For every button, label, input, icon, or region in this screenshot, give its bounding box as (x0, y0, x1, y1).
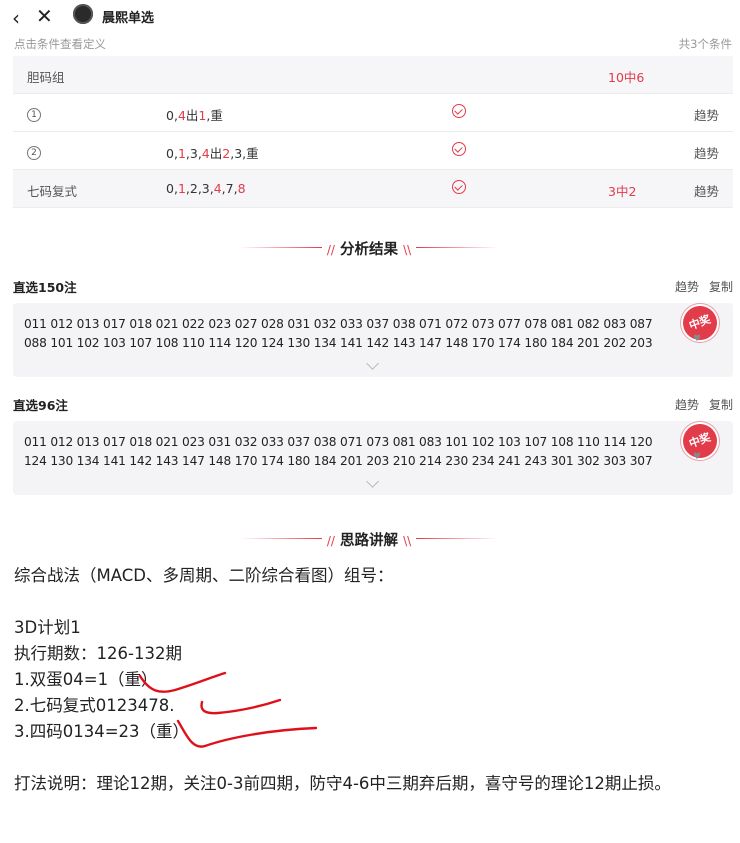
group-label: 直选96注 (13, 398, 68, 413)
top-bar: ‹ ✕ 晨熙单选 (0, 0, 740, 32)
header-hit: 10中6 (608, 70, 645, 85)
value-part: 0, (166, 108, 178, 123)
back-icon[interactable]: ‹ (12, 6, 20, 30)
condition-hint: 点击条件查看定义 (14, 37, 106, 51)
condition-values: 0,4出1,重 (166, 105, 223, 124)
value-part: 8 (237, 181, 246, 196)
copy-button[interactable]: 复制 (709, 396, 733, 413)
value-part: ,3,重 (230, 146, 259, 161)
check-icon (452, 142, 466, 156)
result-numbers-line: 088 101 102 103 107 108 110 114 120 124 … (24, 336, 653, 350)
value-part: ,7, (221, 181, 238, 196)
item-text: 3.四码0134=23（重） (14, 722, 190, 741)
slash-decoration: \\ (403, 243, 412, 257)
trend-link[interactable]: 趋势 (694, 181, 719, 200)
divider-line (416, 247, 498, 248)
conditions-header-row[interactable]: 胆码组 10中6 (13, 56, 733, 94)
value-part: 1 (177, 146, 186, 161)
heart-icon[interactable]: ♥ (693, 452, 701, 462)
circled-number: 1 (27, 108, 41, 122)
result-box[interactable]: 011 012 013 017 018 021 023 031 032 033 … (13, 421, 733, 495)
value-part: ,3, (185, 146, 202, 161)
close-icon[interactable]: ✕ (36, 4, 53, 28)
condition-name: 1 (27, 105, 41, 122)
intro-text: 综合战法（MACD、多周期、二阶综合看图）组号： (14, 566, 394, 585)
divider-line (416, 538, 498, 539)
period-text: 执行期数：126-132期 (14, 644, 182, 663)
result-numbers-line: 124 130 134 141 142 143 147 148 170 174 … (24, 454, 653, 468)
avatar[interactable] (73, 4, 93, 24)
divider-line (240, 247, 322, 248)
conditions-table: 胆码组 10中6 1 0,4出1,重 趋势 2 0,1,3,4出2,3,重 趋势… (13, 56, 733, 208)
trend-link[interactable]: 趋势 (694, 143, 719, 162)
trend-link[interactable]: 趋势 (675, 278, 699, 295)
value-part: 0, (166, 146, 178, 161)
value-part: ,重 (206, 108, 223, 123)
value-part: 出 (185, 108, 199, 123)
check-icon (452, 104, 466, 118)
condition-row[interactable]: 2 0,1,3,4出2,3,重 趋势 (13, 132, 733, 170)
group-label: 直选150注 (13, 280, 77, 295)
explain-section-title: // 思路讲解 \\ (0, 527, 740, 551)
section-title: // 思路讲解 \\ (326, 533, 412, 549)
condition-row[interactable]: 1 0,4出1,重 趋势 (13, 94, 733, 132)
trend-link[interactable]: 趋势 (675, 396, 699, 413)
analysis-section-title: // 分析结果 \\ (0, 236, 740, 260)
app-name: 晨熙单选 (102, 11, 155, 26)
notes-text: 打法说明：理论12期，关注0-3前四期，防守4-6中三期弃后期，喜守号的理论12… (14, 774, 671, 793)
heart-icon[interactable]: ♥ (693, 334, 701, 344)
condition-row[interactable]: 七码复式 0,1,2,3,4,7,8 3中2 趋势 (13, 170, 733, 208)
slash-decoration: \\ (403, 534, 412, 548)
trend-link[interactable]: 趋势 (694, 105, 719, 124)
value-part: ,2,3, (185, 181, 214, 196)
slash-decoration: // (326, 243, 335, 257)
slash-decoration: // (326, 534, 335, 548)
value-part: 4 (201, 146, 210, 161)
copy-button[interactable]: 复制 (709, 278, 733, 295)
chevron-down-icon[interactable] (366, 475, 379, 488)
circled-number: 2 (27, 146, 41, 160)
condition-values: 0,1,2,3,4,7,8 (166, 181, 246, 196)
value-part: 4 (213, 181, 222, 196)
condition-name: 七码复式 (27, 184, 78, 199)
divider-line (240, 538, 322, 539)
chevron-down-icon[interactable] (366, 357, 379, 370)
value-part: 1 (177, 181, 186, 196)
item-text: 2.七码复式0123478. (14, 696, 175, 715)
item-text: 1.双蛋04=1（重） (14, 670, 158, 689)
result-numbers-line: 011 012 013 017 018 021 023 031 032 033 … (24, 435, 653, 449)
condition-count: 共3个条件 (678, 37, 732, 51)
condition-values: 0,1,3,4出2,3,重 (166, 143, 259, 162)
article-body: 综合战法（MACD、多周期、二阶综合看图）组号： 3D计划1 执行期数：126-… (14, 563, 729, 797)
check-icon (452, 180, 466, 194)
value-part: 4 (177, 108, 186, 123)
section-title: // 分析结果 \\ (326, 242, 412, 258)
value-part: 出 (209, 146, 223, 161)
header-name: 胆码组 (27, 70, 65, 85)
result-numbers-line: 011 012 013 017 018 021 022 023 027 028 … (24, 317, 653, 331)
condition-name: 2 (27, 143, 41, 160)
result-box[interactable]: 011 012 013 017 018 021 022 023 027 028 … (13, 303, 733, 377)
plan-text: 3D计划1 (14, 618, 81, 637)
value-part: 0, (166, 181, 178, 196)
condition-hit: 3中2 (608, 184, 637, 199)
